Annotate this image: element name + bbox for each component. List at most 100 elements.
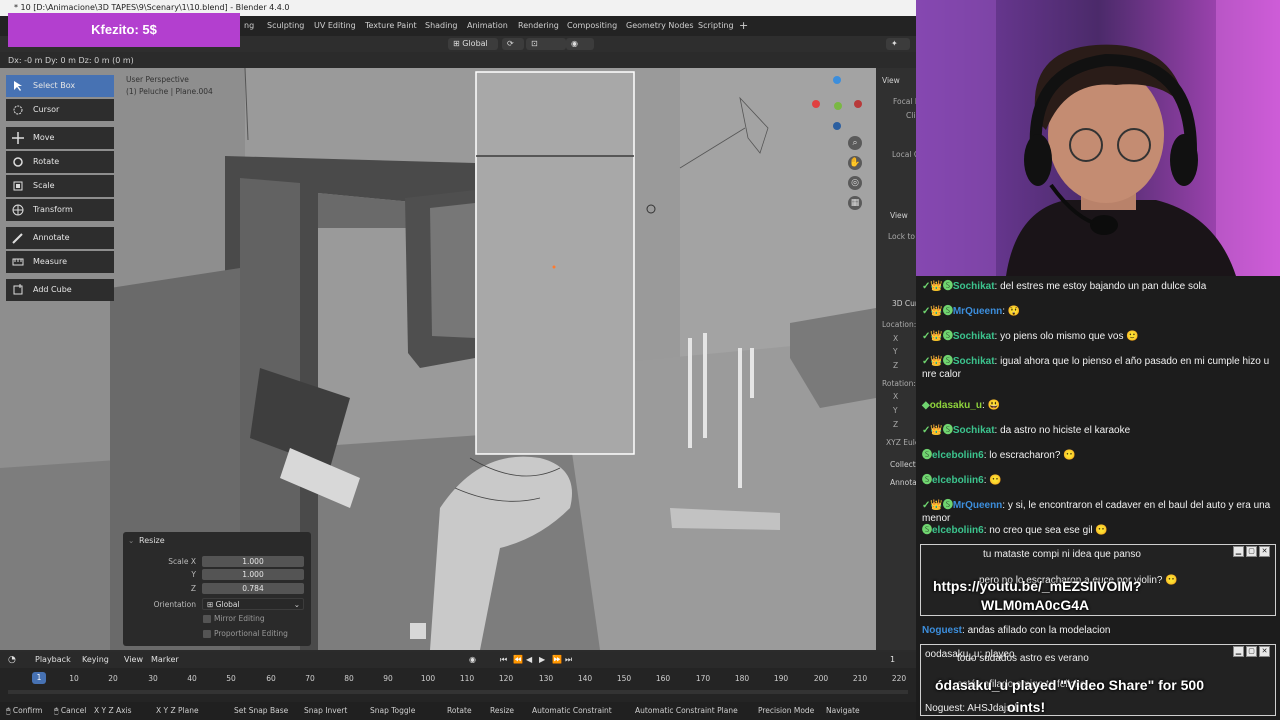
scale-y-field[interactable]: 1.000 — [202, 569, 304, 580]
tool-label: Rotate — [33, 157, 60, 166]
tool-rotate[interactable]: Rotate — [6, 151, 114, 173]
jump-end-icon[interactable]: ⏭ — [565, 652, 572, 668]
tool-label: Select Box — [33, 81, 76, 90]
z-axis-icon[interactable] — [833, 76, 841, 84]
tool-label: Transform — [33, 205, 73, 214]
pan-icon[interactable]: ✋ — [848, 156, 862, 170]
gizmo-toggle-icon[interactable]: ✦ — [886, 38, 910, 50]
neg-x-axis-icon[interactable] — [854, 100, 862, 108]
chat-text: da astro no hiciste el karaoke — [1000, 425, 1131, 436]
view-menu[interactable]: View — [124, 652, 143, 668]
tab-workspace-partial[interactable]: ng — [244, 16, 254, 36]
tool-scale[interactable]: Scale — [6, 175, 114, 197]
close-icon[interactable]: ✕ — [1259, 646, 1270, 657]
proportional-edit-icon[interactable]: ◉ — [566, 38, 594, 50]
timeline-scrollbar[interactable] — [8, 690, 908, 694]
tool-label: Add Cube — [33, 285, 72, 294]
orientation-value: Global — [462, 39, 488, 48]
tab-sculpting[interactable]: Sculpting — [267, 16, 304, 36]
tool-move[interactable]: Move — [6, 127, 114, 149]
tab-animation[interactable]: Animation — [467, 16, 508, 36]
collapse-chevron-icon[interactable]: ⌄ — [128, 536, 134, 545]
orientation-dropdown[interactable]: ⊞ Global ⌄ — [202, 598, 304, 610]
rotation-mode-label[interactable]: XYZ Eule — [886, 438, 916, 447]
scale-z-field[interactable]: 0.784 — [202, 583, 304, 594]
jump-start-icon[interactable]: ⏮ — [500, 652, 507, 668]
timeline-ruler[interactable]: 10 20 30 40 50 60 70 80 90 100 110 120 1… — [0, 668, 916, 702]
marker-menu[interactable]: Marker — [151, 652, 179, 668]
maximize-icon[interactable]: ▢ — [1246, 646, 1257, 657]
tool-select-box[interactable]: Select Box — [6, 75, 114, 97]
playback-menu[interactable]: Playback — [35, 652, 71, 668]
annotations-header[interactable]: Annotat — [890, 478, 916, 487]
add-workspace-icon[interactable]: + — [739, 16, 748, 36]
chat-username[interactable]: Sochikat — [953, 281, 995, 292]
minimize-icon[interactable]: ▁ — [1233, 546, 1244, 557]
timeline-tick: 50 — [226, 674, 236, 683]
next-key-icon[interactable]: ⏩ — [552, 652, 562, 668]
keying-menu[interactable]: Keying — [82, 652, 109, 668]
record-icon[interactable]: ◉ — [469, 652, 476, 668]
chat-username[interactable]: Noguest — [922, 625, 962, 636]
chat-username[interactable]: odasaku_u — [930, 400, 982, 411]
tab-compositing[interactable]: Compositing — [567, 16, 617, 36]
channel-points-popup[interactable]: ▁ ▢ ✕ oodasaku_u: playeo todo sudados as… — [920, 644, 1276, 716]
video-share-popup[interactable]: ▁ ▢ ✕ tu mataste compi ni idea que panso… — [920, 544, 1276, 616]
prev-key-icon[interactable]: ⏪ — [513, 652, 523, 668]
playhead[interactable]: 1 — [32, 672, 46, 684]
chat-username[interactable]: elceboliin6 — [932, 475, 984, 486]
chat-username[interactable]: MrQueenn — [953, 306, 1002, 317]
play-reverse-icon[interactable]: ◀ — [526, 652, 532, 668]
rotate-icon — [13, 157, 23, 167]
3d-cursor-header[interactable]: 3D Curs — [892, 299, 916, 308]
scale-x-field[interactable]: 1.000 — [202, 556, 304, 567]
camera-view-icon[interactable]: ◎ — [848, 176, 862, 190]
proportional-editing-checkbox[interactable] — [203, 630, 211, 638]
focal-length-label: Focal l — [893, 97, 916, 106]
view-panel-header[interactable]: View — [882, 76, 900, 85]
chat-username[interactable]: Sochikat — [953, 331, 995, 342]
mirror-editing-checkbox[interactable] — [203, 615, 211, 623]
editor-type-icon[interactable]: ◔ — [8, 652, 16, 668]
user-badges: ✓👑🅢 — [922, 306, 953, 317]
tab-texture-paint[interactable]: Texture Paint — [365, 16, 417, 36]
neg-z-axis-icon[interactable] — [833, 122, 841, 130]
snap-icon[interactable]: ⊡ — [526, 38, 566, 50]
tool-add-cube[interactable]: Add Cube — [6, 279, 114, 301]
tool-annotate[interactable]: Annotate — [6, 227, 114, 249]
tool-cursor[interactable]: Cursor — [6, 99, 114, 121]
play-icon[interactable]: ▶ — [539, 652, 545, 668]
y-axis-icon[interactable] — [834, 102, 842, 110]
tool-transform[interactable]: Transform — [6, 199, 114, 221]
close-icon[interactable]: ✕ — [1259, 546, 1270, 557]
current-frame-field[interactable]: 1 — [890, 652, 895, 668]
tool-label: Move — [33, 133, 55, 142]
tab-scripting[interactable]: Scripting — [698, 16, 734, 36]
video-share-url: https://youtu.be/_mEZSIIVOIM? — [933, 578, 1142, 594]
tab-uv-editing[interactable]: UV Editing — [314, 16, 356, 36]
perspective-toggle-icon[interactable]: ▦ — [848, 196, 862, 210]
chat-username[interactable]: elceboliin6 — [932, 450, 984, 461]
tab-rendering[interactable]: Rendering — [518, 16, 559, 36]
timeline-tick: 200 — [813, 674, 829, 683]
minimize-icon[interactable]: ▁ — [1233, 646, 1244, 657]
rotation-z-label: Z — [893, 420, 899, 429]
chat-username[interactable]: Sochikat — [953, 356, 995, 367]
zoom-icon[interactable]: ⌕ — [848, 136, 862, 150]
collections-header[interactable]: Collecti — [890, 460, 916, 469]
tool-measure[interactable]: Measure — [6, 251, 114, 273]
chat-username[interactable]: Sochikat — [953, 425, 995, 436]
chat-username[interactable]: MrQueenn — [953, 500, 1002, 511]
timeline-tick: 70 — [305, 674, 315, 683]
navigation-gizmo[interactable] — [810, 76, 866, 132]
tool-label: Annotate — [33, 233, 70, 242]
view-lock-header[interactable]: View — [890, 211, 908, 220]
x-axis-icon[interactable] — [812, 100, 820, 108]
maximize-icon[interactable]: ▢ — [1246, 546, 1257, 557]
tab-geometry-nodes[interactable]: Geometry Nodes — [626, 16, 693, 36]
transform-orientation-dropdown[interactable]: ⊞ Global — [448, 38, 498, 50]
chat-username[interactable]: elceboliin6 — [932, 525, 984, 536]
tab-shading[interactable]: Shading — [425, 16, 458, 36]
pivot-icon[interactable]: ⟳ — [502, 38, 524, 50]
popup-chat-line: Noguest: AHSJdajsd — [925, 703, 1017, 714]
